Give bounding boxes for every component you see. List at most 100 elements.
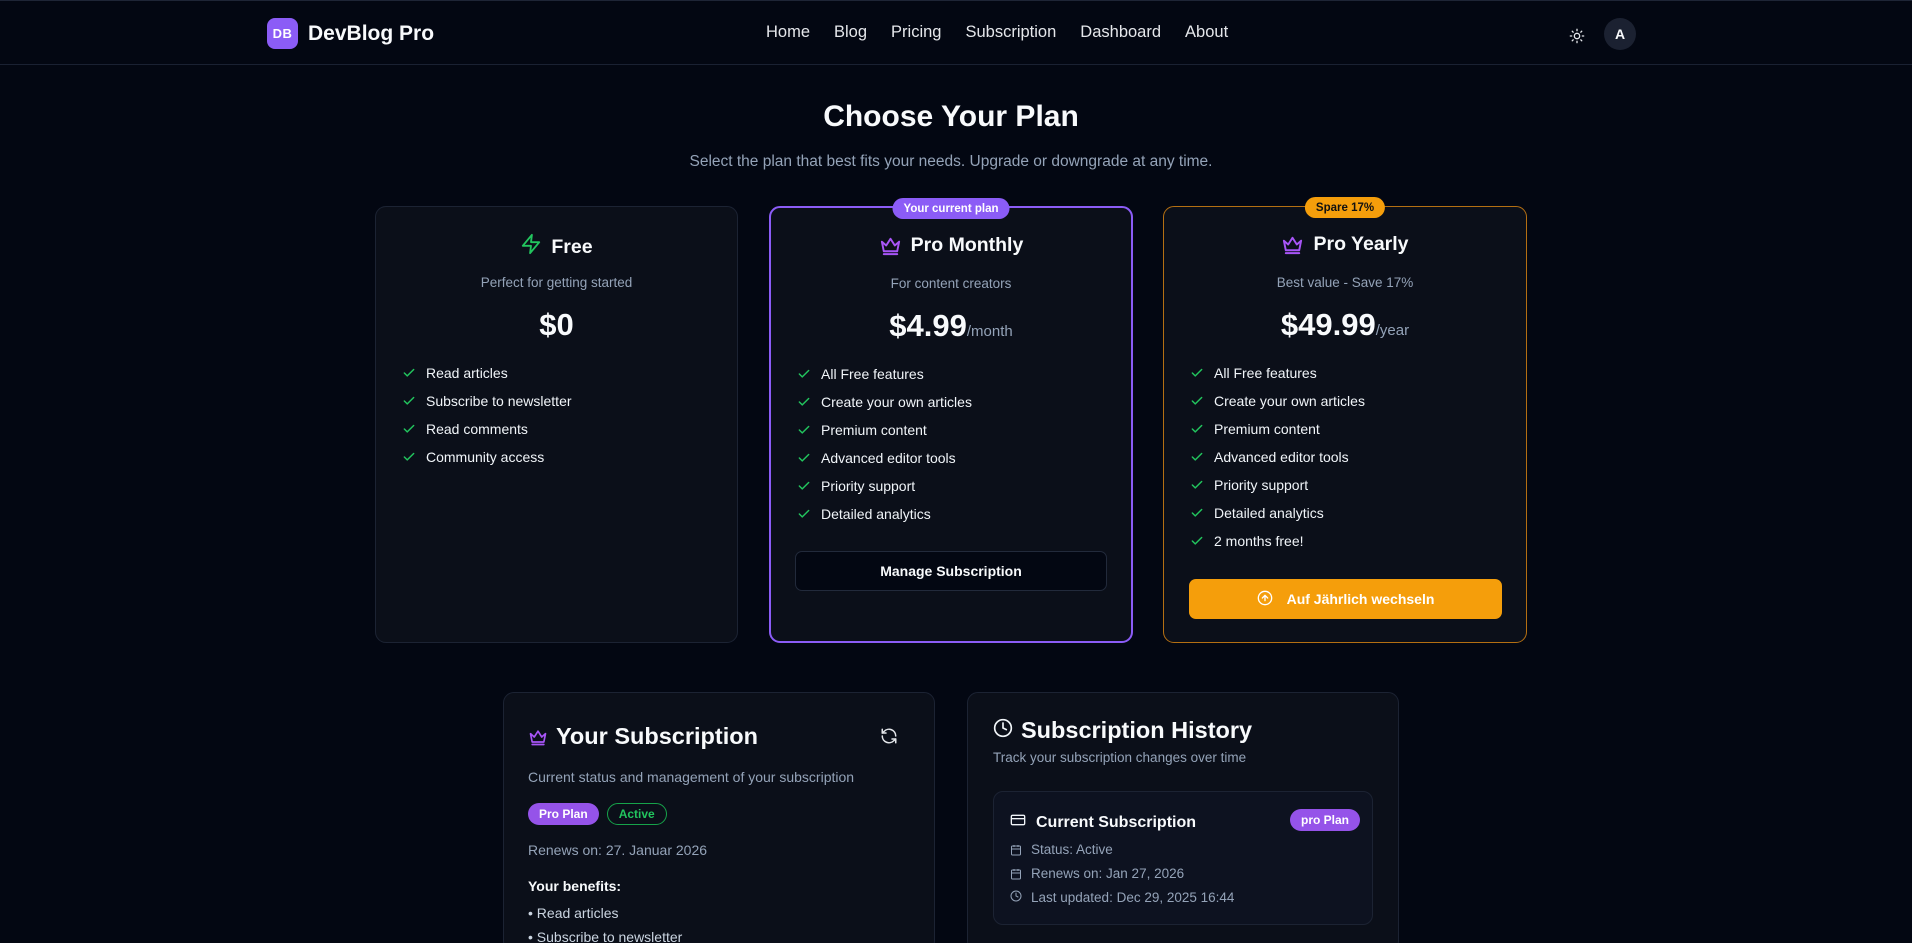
plan-price: $49.99/year (1280, 307, 1410, 342)
feature-item: Subscribe to newsletter (402, 387, 572, 415)
sun-icon[interactable] (1565, 24, 1589, 48)
plan-price: $4.99/month (889, 308, 1013, 343)
page-title: Choose Your Plan (823, 100, 1079, 133)
plan-card-pro-monthly: Your current plan Pro Monthly For conten… (769, 198, 1133, 643)
renewal-date: Renews on: 27. Januar 2026 (528, 842, 708, 858)
plan-description: Perfect for getting started (480, 275, 633, 290)
history-status: Status: Active (1010, 842, 1113, 857)
page-subtitle: Select the plan that best fits your need… (689, 153, 1213, 170)
history-renewal: Renews on: Jan 27, 2026 (1010, 866, 1184, 881)
main-nav: Home Blog Pricing Subscription Dashboard… (766, 23, 1228, 42)
check-icon (402, 394, 416, 408)
check-icon (797, 395, 811, 409)
status-chips: Pro Plan Active (528, 803, 667, 825)
subscription-history-title: Subscription History (993, 717, 1252, 744)
logo: DB (267, 18, 298, 49)
benefit-item: • Subscribe to newsletter (528, 929, 683, 943)
plan-name: Pro Yearly (1313, 233, 1409, 255)
check-icon (1190, 422, 1204, 436)
feature-list: All Free features Create your own articl… (1190, 359, 1365, 555)
feature-item: Detailed analytics (1190, 499, 1365, 527)
clock-icon (1010, 890, 1022, 905)
plan-card-pro-yearly: Spare 17% Pro Yearly Best value - Save 1… (1163, 197, 1527, 643)
current-plan-badge: Your current plan (892, 198, 1010, 219)
benefit-item: • Read articles (528, 905, 619, 921)
feature-item: Premium content (797, 416, 972, 444)
check-icon (797, 367, 811, 381)
feature-item: Priority support (797, 472, 972, 500)
switch-yearly-label: Auf Jährlich wechseln (1286, 591, 1435, 607)
benefits-heading: Your benefits: (528, 878, 622, 894)
check-icon (402, 450, 416, 464)
calendar-icon (1010, 868, 1022, 880)
refresh-icon[interactable] (880, 727, 900, 747)
history-updated: Last updated: Dec 29, 2025 16:44 (1010, 890, 1234, 905)
nav-about[interactable]: About (1185, 23, 1228, 42)
check-icon (1190, 478, 1204, 492)
manage-subscription-button[interactable]: Manage Subscription (795, 551, 1107, 591)
check-icon (1190, 366, 1204, 380)
check-icon (1190, 450, 1204, 464)
plan-title: Pro Yearly (1164, 233, 1526, 256)
check-icon (402, 422, 416, 436)
check-icon (797, 479, 811, 493)
nav-dashboard[interactable]: Dashboard (1080, 23, 1161, 42)
feature-item: Read articles (402, 359, 572, 387)
current-subscription-title: Current Subscription (1010, 812, 1196, 833)
feature-item: All Free features (1190, 359, 1365, 387)
feature-item: Advanced editor tools (1190, 443, 1365, 471)
feature-item: Detailed analytics (797, 500, 972, 528)
plan-description: For content creators (890, 276, 1012, 291)
current-subscription-card: Current Subscription pro Plan Status: Ac… (993, 791, 1373, 925)
your-subscription-description: Current status and management of your su… (528, 769, 855, 785)
plan-title: Pro Monthly (771, 234, 1131, 257)
clock-icon (993, 717, 1013, 744)
crown-icon (879, 234, 902, 257)
savings-badge: Spare 17% (1304, 197, 1386, 218)
avatar[interactable]: A (1604, 18, 1636, 50)
feature-item: 2 months free! (1190, 527, 1365, 555)
feature-list: Read articles Subscribe to newsletter Re… (402, 359, 572, 471)
your-subscription-panel: Your Subscription Current status and man… (503, 692, 935, 943)
plan-card-free: Free Perfect for getting started $0 Read… (375, 206, 738, 643)
feature-list: All Free features Create your own articl… (797, 360, 972, 528)
check-icon (1190, 506, 1204, 520)
price-period: /month (966, 323, 1013, 340)
nav-subscription[interactable]: Subscription (965, 23, 1056, 42)
subscription-history-description: Track your subscription changes over tim… (993, 750, 1247, 765)
crown-icon (528, 727, 548, 747)
check-icon (797, 423, 811, 437)
feature-item: Advanced editor tools (797, 444, 972, 472)
lightning-icon (520, 233, 542, 261)
feature-item: Premium content (1190, 415, 1365, 443)
check-icon (797, 451, 811, 465)
credit-card-icon (1010, 812, 1026, 833)
arrow-up-circle-icon (1257, 590, 1273, 609)
feature-item: Community access (402, 443, 572, 471)
status-badge: Active (606, 803, 667, 825)
price-period: /year (1375, 322, 1410, 339)
check-icon (797, 507, 811, 521)
top-navbar: DB DevBlog Pro Home Blog Pricing Subscri… (0, 0, 1912, 65)
brand[interactable]: DB DevBlog Pro (267, 18, 434, 49)
feature-item: Create your own articles (797, 388, 972, 416)
plan-name: Pro Monthly (910, 234, 1024, 256)
feature-item: Read comments (402, 415, 572, 443)
your-subscription-title: Your Subscription (528, 723, 758, 750)
nav-pricing[interactable]: Pricing (891, 23, 941, 42)
nav-home[interactable]: Home (766, 23, 810, 42)
switch-yearly-button[interactable]: Auf Jährlich wechseln (1189, 579, 1502, 619)
plan-title: Free (376, 233, 737, 261)
plan-description: Best value - Save 17% (1276, 275, 1414, 290)
feature-item: Priority support (1190, 471, 1365, 499)
crown-icon (1281, 233, 1304, 256)
nav-blog[interactable]: Blog (834, 23, 867, 42)
feature-item: Create your own articles (1190, 387, 1365, 415)
subscription-history-panel: Subscription History Track your subscrip… (967, 692, 1399, 943)
plan-badge: pro Plan (1290, 809, 1361, 831)
calendar-icon (1010, 844, 1022, 856)
check-icon (402, 366, 416, 380)
feature-item: All Free features (797, 360, 972, 388)
check-icon (1190, 534, 1204, 548)
benefits-list: • Read articles • Subscribe to newslette… (528, 905, 682, 943)
